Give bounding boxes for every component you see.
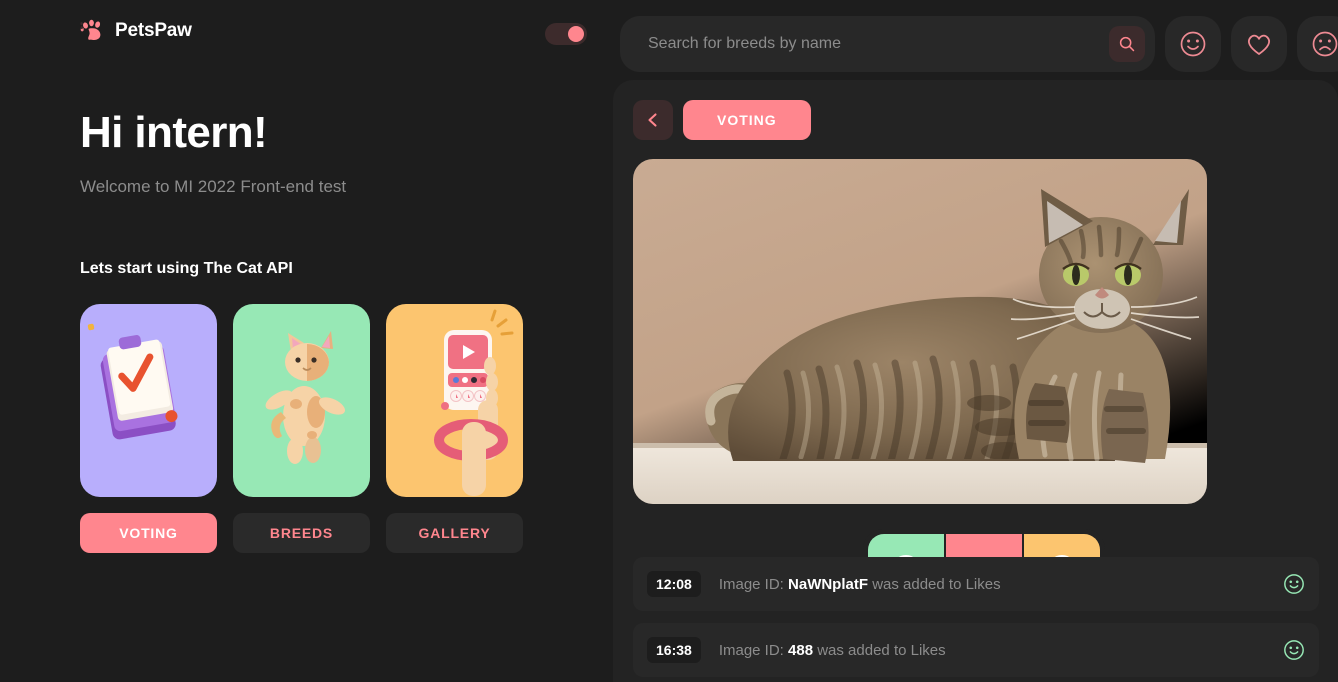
nav-cards: VOTING BREEDS GALLERY <box>80 304 523 553</box>
search-input[interactable] <box>620 35 1155 53</box>
search-row <box>620 16 1338 72</box>
gallery-thumb[interactable] <box>386 304 523 497</box>
log-image-id: NaWNplatF <box>788 575 869 593</box>
section-title: Lets start using The Cat API <box>80 260 293 277</box>
heart-icon <box>1248 34 1270 55</box>
clipboard-check-illustration <box>87 323 178 440</box>
smile-icon <box>1180 31 1206 57</box>
cat-photo-image <box>633 159 1207 504</box>
likes-button[interactable] <box>1165 16 1221 72</box>
log-prefix: Image ID: <box>718 575 784 593</box>
cat-photo <box>633 159 1207 504</box>
back-button[interactable] <box>633 100 673 140</box>
theme-toggle[interactable] <box>545 23 587 45</box>
voting-panel: VOTING 12:08 Image ID: NaWNplatF was add… <box>613 80 1338 682</box>
chevron-left-icon <box>648 113 657 127</box>
panel-header: VOTING <box>633 100 1318 140</box>
nav-card-voting[interactable]: VOTING <box>80 304 217 553</box>
smile-icon <box>1284 640 1304 660</box>
paw-icon <box>80 19 101 40</box>
log-suffix: was added to Likes <box>817 641 946 659</box>
theme-toggle-knob <box>568 26 584 42</box>
app-root: PetsPaw Hi intern! Welcome to MI 2022 Fr… <box>0 0 1338 682</box>
phone-in-hand-illustration <box>434 309 514 496</box>
log-image-id: 488 <box>788 641 814 659</box>
log-time: 12:08 <box>647 571 701 597</box>
nav-card-breeds[interactable]: BREEDS <box>233 304 370 553</box>
page-subtitle: Welcome to MI 2022 Front-end test <box>80 177 347 196</box>
page-title: Hi intern! <box>80 108 268 157</box>
nav-card-gallery[interactable]: GALLERY <box>386 304 523 553</box>
cat-illustration <box>265 331 346 464</box>
smile-icon <box>1284 574 1304 594</box>
log-prefix: Image ID: <box>718 641 784 659</box>
search-button[interactable] <box>1109 26 1145 62</box>
breeds-button[interactable]: BREEDS <box>233 513 370 553</box>
search-box[interactable] <box>620 16 1155 72</box>
activity-log: 12:08 Image ID: NaWNplatF was added to L… <box>633 557 1319 682</box>
search-icon <box>1119 36 1135 52</box>
brand-logo[interactable]: PetsPaw <box>80 18 192 44</box>
log-time: 16:38 <box>647 637 701 663</box>
favourites-button[interactable] <box>1231 16 1287 72</box>
log-message: Image ID: NaWNplatF was added to Likes <box>719 576 1283 593</box>
log-row: 16:38 Image ID: 488 was added to Likes <box>633 623 1319 677</box>
frown-icon <box>1312 31 1338 57</box>
log-row: 12:08 Image ID: NaWNplatF was added to L… <box>633 557 1319 611</box>
left-panel: PetsPaw Hi intern! Welcome to MI 2022 Fr… <box>0 0 612 682</box>
dislikes-button[interactable] <box>1297 16 1338 72</box>
log-suffix: was added to Likes <box>872 575 1001 593</box>
brand-name: PetsPaw <box>115 20 192 41</box>
right-panel: VOTING <box>612 0 1338 682</box>
gallery-button[interactable]: GALLERY <box>386 513 523 553</box>
breeds-thumb[interactable] <box>233 304 370 497</box>
voting-thumb[interactable] <box>80 304 217 497</box>
voting-button[interactable]: VOTING <box>80 513 217 553</box>
page-breadcrumb-pill: VOTING <box>683 100 811 140</box>
log-message: Image ID: 488 was added to Likes <box>719 642 1283 659</box>
